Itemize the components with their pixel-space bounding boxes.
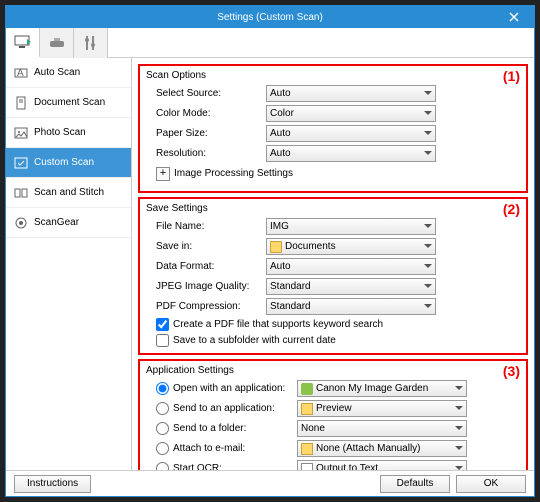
- sidebar-item-label: Custom Scan: [34, 157, 94, 168]
- instructions-button[interactable]: Instructions: [14, 475, 91, 493]
- resolution-dropdown[interactable]: Auto: [266, 145, 436, 162]
- top-tabs: [6, 28, 534, 58]
- attach-email-radio[interactable]: [156, 442, 169, 455]
- main-panel: (1) Scan Options Select Source:Auto Colo…: [132, 58, 534, 470]
- pdf-compression-dropdown[interactable]: Standard: [266, 298, 436, 315]
- app-icon: [301, 383, 313, 395]
- text-icon: [301, 463, 313, 471]
- group-title: Application Settings: [146, 365, 520, 376]
- annotation-3: (3): [503, 363, 520, 379]
- application-settings-group: (3) Application Settings Open with an ap…: [138, 359, 528, 470]
- pdf-compression-label: PDF Compression:: [156, 301, 266, 312]
- select-source-label: Select Source:: [156, 88, 266, 99]
- save-settings-group: (2) Save Settings File Name:IMG Save in:…: [138, 197, 528, 355]
- sidebar-item-label: Auto Scan: [34, 67, 80, 78]
- annotation-2: (2): [503, 201, 520, 217]
- sidebar-item-scangear[interactable]: ScanGear: [6, 208, 131, 238]
- attach-email-label: Attach to e-mail:: [173, 443, 293, 454]
- open-with-app-label: Open with an application:: [173, 383, 293, 394]
- close-button[interactable]: [494, 6, 534, 28]
- sidebar-item-auto-scan[interactable]: A Auto Scan: [6, 58, 131, 88]
- data-format-dropdown[interactable]: Auto: [266, 258, 436, 275]
- start-ocr-radio[interactable]: [156, 462, 169, 470]
- settings-window: Settings (Custom Scan) A Auto Scan Docume…: [5, 5, 535, 497]
- data-format-label: Data Format:: [156, 261, 266, 272]
- sidebar-item-label: Scan and Stitch: [34, 187, 104, 198]
- mail-icon: [301, 443, 313, 455]
- sidebar-item-document-scan[interactable]: Document Scan: [6, 88, 131, 118]
- pdf-keyword-checkbox[interactable]: Create a PDF file that supports keyword …: [156, 318, 520, 331]
- save-in-label: Save in:: [156, 241, 266, 252]
- subfolder-date-checkbox[interactable]: Save to a subfolder with current date: [156, 334, 520, 347]
- attach-email-dropdown[interactable]: None (Attach Manually): [297, 440, 467, 457]
- sidebar-item-photo-scan[interactable]: Photo Scan: [6, 118, 131, 148]
- start-ocr-dropdown[interactable]: Output to Text: [297, 460, 467, 470]
- send-to-folder-label: Send to a folder:: [173, 423, 293, 434]
- scan-options-group: (1) Scan Options Select Source:Auto Colo…: [138, 64, 528, 193]
- resolution-label: Resolution:: [156, 148, 266, 159]
- open-with-app-dropdown[interactable]: Canon My Image Garden: [297, 380, 467, 397]
- sidebar-item-label: Photo Scan: [34, 127, 86, 138]
- select-source-dropdown[interactable]: Auto: [266, 85, 436, 102]
- expand-image-processing[interactable]: +: [156, 167, 170, 181]
- footer: Instructions Defaults OK: [6, 470, 534, 496]
- send-to-app-radio[interactable]: [156, 402, 169, 415]
- titlebar: Settings (Custom Scan): [6, 6, 534, 28]
- folder-icon: [270, 241, 282, 253]
- send-to-folder-dropdown[interactable]: None: [297, 420, 467, 437]
- open-with-app-radio[interactable]: [156, 382, 169, 395]
- sidebar-item-label: Document Scan: [34, 97, 105, 108]
- ok-button[interactable]: OK: [456, 475, 526, 493]
- sidebar: A Auto Scan Document Scan Photo Scan Cust…: [6, 58, 132, 470]
- tab-scan-from-panel[interactable]: [40, 28, 74, 58]
- jpeg-quality-label: JPEG Image Quality:: [156, 281, 266, 292]
- sidebar-item-scan-and-stitch[interactable]: Scan and Stitch: [6, 178, 131, 208]
- tab-scan-from-computer[interactable]: [6, 28, 40, 58]
- send-to-app-dropdown[interactable]: Preview: [297, 400, 467, 417]
- jpeg-quality-dropdown[interactable]: Standard: [266, 278, 436, 295]
- color-mode-label: Color Mode:: [156, 108, 266, 119]
- group-title: Scan Options: [146, 70, 520, 81]
- file-name-combo[interactable]: IMG: [266, 218, 436, 235]
- annotation-1: (1): [503, 68, 520, 84]
- send-to-folder-radio[interactable]: [156, 422, 169, 435]
- tab-general-settings[interactable]: [74, 28, 108, 58]
- svg-text:A: A: [17, 68, 24, 79]
- group-title: Save Settings: [146, 203, 520, 214]
- preview-icon: [301, 403, 313, 415]
- sidebar-item-custom-scan[interactable]: Custom Scan: [6, 148, 131, 178]
- color-mode-dropdown[interactable]: Color: [266, 105, 436, 122]
- send-to-app-label: Send to an application:: [173, 403, 293, 414]
- defaults-button[interactable]: Defaults: [380, 475, 450, 493]
- start-ocr-label: Start OCR:: [173, 463, 293, 470]
- sidebar-item-label: ScanGear: [34, 217, 79, 228]
- save-in-dropdown[interactable]: Documents: [266, 238, 436, 255]
- image-processing-label: Image Processing Settings: [174, 168, 293, 179]
- paper-size-dropdown[interactable]: Auto: [266, 125, 436, 142]
- paper-size-label: Paper Size:: [156, 128, 266, 139]
- file-name-label: File Name:: [156, 221, 266, 232]
- window-title: Settings (Custom Scan): [217, 12, 323, 23]
